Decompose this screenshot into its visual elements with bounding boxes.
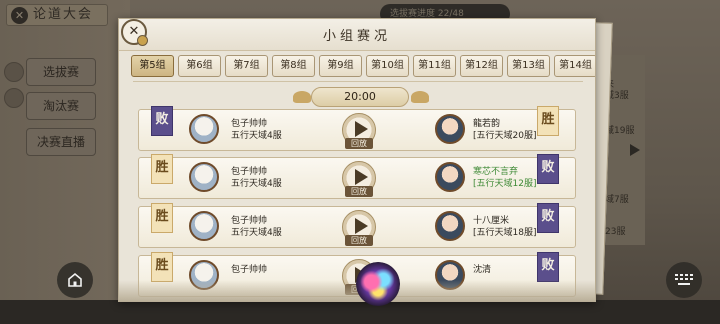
bracket-arrow-icon [630, 144, 640, 156]
left-result-badge: 胜 [151, 154, 173, 184]
background-title-text: 论道大会 [33, 7, 94, 22]
right-result-badge: 胜 [537, 106, 559, 136]
match-row: 胜包子帅帅 五行天域4服 回放 寒芯不言弃 [五行天域12服] 败 [138, 154, 576, 199]
left-result-badge: 胜 [151, 203, 173, 233]
right-player-server: [五行天域18服] [473, 228, 537, 238]
right-player-avatar[interactable] [435, 162, 465, 192]
tab-group-12[interactable]: 第12组 [460, 55, 503, 77]
dialog-title: 小组赛况 [322, 29, 391, 44]
match-row: 胜包子帅帅 五行天域4服 回放 十八厘米 [五行天域18服] 败 [138, 203, 576, 248]
left-player-avatar[interactable] [189, 162, 219, 192]
left-player-avatar[interactable] [189, 114, 219, 144]
background-bottom-bar [0, 300, 720, 324]
right-player-name: 沈清 [473, 265, 492, 275]
ornament-icon [4, 62, 24, 82]
tabs-divider [133, 81, 583, 82]
match-time: 20:00 [311, 87, 409, 107]
left-player-name: 包子帅帅 [231, 265, 268, 275]
tab-group-14[interactable]: 第14组 [554, 55, 595, 77]
right-player-avatar[interactable] [435, 114, 465, 144]
left-player-server: 五行天域4服 [231, 228, 282, 238]
final-live-button[interactable]: 决赛直播 [26, 128, 96, 156]
background-title: ✕ 论道大会 [6, 4, 108, 26]
left-player-server: 五行天域4服 [231, 131, 282, 141]
replay-label: 回放 [345, 186, 373, 197]
dialog-header: 小组赛况 [119, 19, 595, 51]
right-result-badge: 败 [537, 252, 559, 282]
close-badge-icon [137, 35, 148, 46]
tab-group-11[interactable]: 第11组 [413, 55, 456, 77]
ornament-icon [4, 88, 24, 108]
left-player-server: 五行天域4服 [231, 179, 282, 189]
right-result-badge: 败 [537, 154, 559, 184]
right-player-avatar[interactable] [435, 211, 465, 241]
tab-group-13[interactable]: 第13组 [507, 55, 550, 77]
home-icon [68, 272, 82, 287]
right-result-badge: 败 [537, 203, 559, 233]
replay-label: 回放 [345, 235, 373, 246]
elimination-round-button[interactable]: 淘汰赛 [26, 92, 96, 120]
play-icon [355, 169, 368, 185]
tab-group-8[interactable]: 第8组 [272, 55, 315, 77]
keyboard-icon [675, 274, 693, 285]
match-row: 败包子帅帅 五行天域4服 回放 龍若韵 [五行天域20服] 胜 [138, 106, 576, 151]
right-player-server: [五行天域12服] [473, 179, 537, 189]
cloud-ornament-icon [293, 91, 311, 103]
tab-group-10[interactable]: 第10组 [366, 55, 409, 77]
background-close-icon: ✕ [11, 7, 28, 24]
replay-label: 回放 [345, 138, 373, 149]
tab-group-7[interactable]: 第7组 [225, 55, 268, 77]
assistant-orb-icon[interactable] [356, 262, 400, 306]
play-icon [355, 121, 368, 137]
left-result-badge: 胜 [151, 252, 173, 282]
tab-group-9[interactable]: 第9组 [319, 55, 362, 77]
selection-round-button[interactable]: 选拔赛 [26, 58, 96, 86]
cloud-ornament-icon [411, 91, 429, 103]
right-player-server: [五行天域20服] [473, 131, 537, 141]
group-tabs: 第5组 第6组 第7组 第8组 第9组 第10组 第11组 第12组 第13组 第14组 [131, 53, 595, 77]
play-icon [355, 218, 368, 234]
left-result-badge: 败 [151, 106, 173, 136]
tab-group-5[interactable]: 第5组 [131, 55, 174, 77]
tab-group-6[interactable]: 第6组 [178, 55, 221, 77]
floating-home-button[interactable] [57, 262, 93, 298]
floating-keyboard-button[interactable] [666, 262, 702, 298]
left-player-avatar[interactable] [189, 211, 219, 241]
